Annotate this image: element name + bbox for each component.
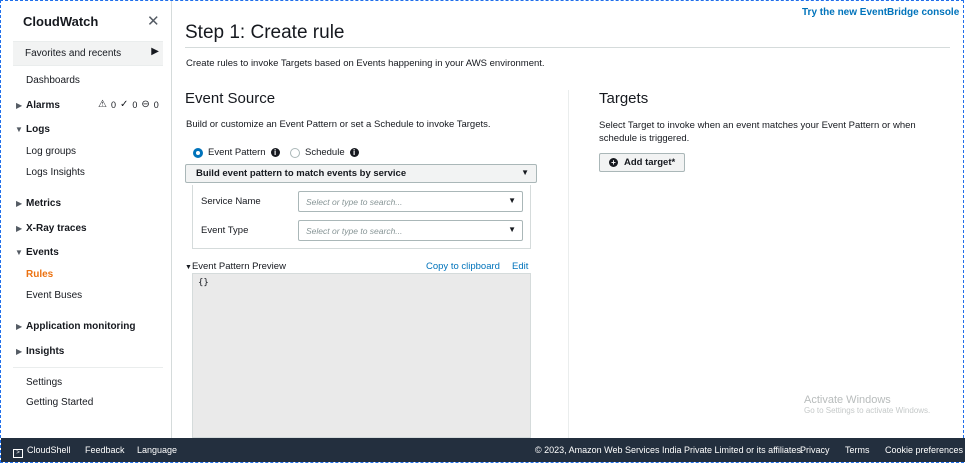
copy-to-clipboard-link[interactable]: Copy to clipboard: [426, 261, 500, 272]
sidebar-title: CloudWatch: [23, 14, 99, 29]
console-footer: > CloudShell Feedback Language © 2023, Am…: [1, 438, 965, 462]
sidebar-item-rules[interactable]: Rules: [26, 269, 53, 280]
cloudshell-label: CloudShell: [27, 445, 71, 455]
radio-event-pattern-label: Event Pattern: [208, 147, 266, 158]
radio-selected-icon: [193, 147, 203, 158]
column-divider: [568, 90, 569, 438]
build-event-pattern-label: Build event pattern to match events by s…: [196, 168, 407, 179]
sidebar-item-settings[interactable]: Settings: [26, 377, 62, 388]
sidebar-item-xray-traces[interactable]: X-Ray traces: [26, 223, 87, 234]
page-description: Create rules to invoke Targets based on …: [186, 58, 545, 69]
event-type-select[interactable]: Select or type to search... ▼: [298, 220, 523, 241]
favorites-and-recents[interactable]: Favorites and recents ▶: [13, 41, 163, 66]
activate-windows-subtext: Go to Settings to activate Windows.: [804, 406, 931, 415]
sidebar-item-metrics[interactable]: Metrics: [26, 198, 61, 209]
sidebar-divider: [13, 367, 163, 368]
add-target-button[interactable]: + Add target*: [599, 153, 685, 172]
service-name-select[interactable]: Select or type to search... ▼: [298, 191, 523, 212]
cookie-preferences-link[interactable]: Cookie preferences: [885, 445, 963, 455]
radio-schedule-label: Schedule: [305, 147, 345, 158]
targets-description-line2: schedule is triggered.: [599, 133, 690, 144]
caret-down-icon: ▼: [185, 264, 192, 271]
build-event-pattern-dropdown[interactable]: Build event pattern to match events by s…: [185, 164, 537, 183]
service-name-placeholder: Select or type to search...: [306, 197, 403, 207]
event-pattern-preview-box: {}: [192, 273, 531, 438]
service-name-label: Service Name: [201, 196, 261, 207]
sidebar-item-logs-insights[interactable]: Logs Insights: [26, 167, 85, 178]
sidebar-item-logs[interactable]: Logs: [26, 124, 50, 135]
chevron-down-icon: ▼: [508, 225, 516, 234]
chevron-down-icon: ▼: [508, 196, 516, 205]
ok-count: 0: [132, 99, 138, 110]
targets-title: Targets: [599, 90, 649, 107]
sidebar-item-event-buses[interactable]: Event Buses: [26, 290, 82, 301]
favorites-label: Favorites and recents: [25, 48, 122, 59]
caret-right-icon: ▶: [151, 46, 159, 57]
caret-right-icon[interactable]: ▶: [16, 199, 22, 208]
sidebar: CloudWatch ✕ Favorites and recents ▶ Das…: [1, 1, 172, 438]
title-divider: [185, 47, 950, 48]
close-icon[interactable]: ✕: [147, 12, 160, 30]
page-title: Step 1: Create rule: [185, 22, 345, 43]
insufficient-count: 0: [153, 99, 159, 110]
terms-link[interactable]: Terms: [845, 445, 870, 455]
info-icon[interactable]: i: [270, 148, 280, 157]
cloudshell-button[interactable]: > CloudShell: [13, 445, 71, 458]
event-type-label: Event Type: [201, 225, 249, 236]
sidebar-item-alarms[interactable]: Alarms: [26, 100, 60, 111]
edit-link[interactable]: Edit: [512, 261, 528, 272]
caret-right-icon[interactable]: ▶: [16, 224, 22, 233]
alarm-count: 0: [110, 99, 116, 110]
caret-right-icon[interactable]: ▶: [16, 347, 22, 356]
event-source-title: Event Source: [185, 90, 276, 107]
event-pattern-preview-toggle[interactable]: ▼Event Pattern Preview: [185, 261, 286, 272]
event-type-placeholder: Select or type to search...: [306, 226, 403, 236]
check-circle-icon: ✓: [119, 99, 129, 110]
caret-down-icon[interactable]: ▼: [15, 248, 23, 257]
add-target-label: Add target*: [624, 157, 676, 168]
caret-right-icon[interactable]: ▶: [16, 322, 22, 331]
event-pattern-code: {}: [198, 278, 209, 288]
terminal-icon: >: [13, 449, 23, 458]
warning-icon: ⚠: [98, 99, 107, 110]
feedback-link[interactable]: Feedback: [85, 445, 125, 455]
radio-unselected-icon: [290, 147, 300, 158]
sidebar-item-insights[interactable]: Insights: [26, 346, 64, 357]
event-pattern-preview-label: Event Pattern Preview: [191, 261, 286, 272]
minus-circle-icon: ⊖: [141, 99, 150, 110]
copyright-text: © 2023, Amazon Web Services India Privat…: [535, 445, 804, 455]
targets-description-line1: Select Target to invoke when an event ma…: [599, 120, 916, 131]
sidebar-item-application-monitoring[interactable]: Application monitoring: [26, 321, 135, 332]
sidebar-item-dashboards[interactable]: Dashboards: [26, 75, 80, 86]
plus-circle-icon: +: [609, 158, 618, 167]
info-icon[interactable]: i: [349, 148, 359, 157]
privacy-link[interactable]: Privacy: [800, 445, 830, 455]
eventbridge-console-link[interactable]: Try the new EventBridge console: [802, 7, 959, 18]
radio-event-pattern[interactable]: Event Pattern i: [193, 147, 280, 158]
caret-down-icon[interactable]: ▼: [15, 125, 23, 134]
activate-windows-watermark: Activate Windows: [804, 394, 891, 406]
sidebar-item-events[interactable]: Events: [26, 247, 59, 258]
alarm-counts: ⚠ 0 ✓ 0 ⊖ 0: [98, 99, 159, 110]
targets-description: Select Target to invoke when an event ma…: [599, 119, 916, 145]
event-source-description: Build or customize an Event Pattern or s…: [186, 119, 491, 130]
sidebar-item-getting-started[interactable]: Getting Started: [26, 397, 93, 408]
sidebar-item-log-groups[interactable]: Log groups: [26, 146, 76, 157]
caret-right-icon[interactable]: ▶: [16, 101, 22, 110]
chevron-down-icon: ▼: [521, 168, 529, 177]
language-link[interactable]: Language: [137, 445, 177, 455]
radio-schedule[interactable]: Schedule i: [290, 147, 359, 158]
